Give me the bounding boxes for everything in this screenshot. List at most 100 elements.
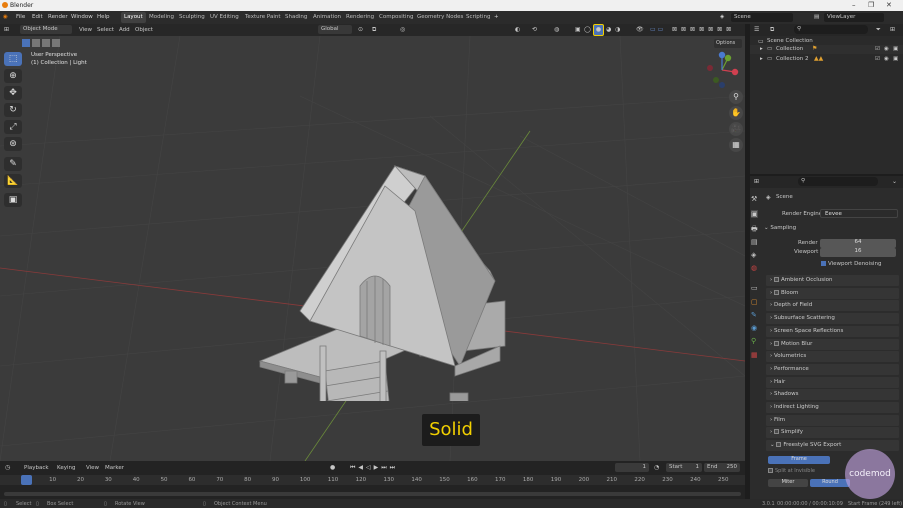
sampling-panel-header[interactable]: ⌄ Sampling (764, 225, 898, 236)
navigation-gizmo[interactable] (702, 50, 742, 90)
filter-icon[interactable]: ⏷ (876, 26, 881, 34)
tab-modeling[interactable]: Modeling (146, 12, 177, 23)
current-frame-field[interactable]: 1 (615, 463, 649, 472)
close-button[interactable]: ✕ (886, 1, 892, 9)
tab-texture-paint[interactable]: Texture Paint (242, 12, 284, 23)
output-tab-icon[interactable]: 🖶 (751, 225, 758, 236)
panel-simplify[interactable]: › Simplify (766, 427, 899, 439)
panel-enable-checkbox[interactable] (773, 277, 779, 282)
tab-geometry-nodes[interactable]: Geometry Nodes (414, 12, 466, 23)
panel-shadows[interactable]: › Shadows (766, 389, 899, 401)
tab-shading[interactable]: Shading (282, 12, 310, 23)
outliner-editor-icon[interactable]: ☰ (754, 26, 759, 33)
tool-tab-icon[interactable]: ⚒ (751, 195, 757, 203)
panel-enable-checkbox[interactable] (776, 442, 782, 448)
menu-window[interactable]: Window (71, 14, 93, 20)
select-mode-new-icon[interactable] (22, 39, 30, 47)
object-tab-icon[interactable]: ▢ (751, 298, 758, 306)
wireframe-shading-icon[interactable]: ◯ (584, 26, 591, 33)
maximize-button[interactable]: ❐ (868, 1, 874, 9)
blender-menu-icon[interactable]: ◉ (3, 14, 8, 20)
panel-freestyle-svg-export[interactable]: ⌄ Freestyle SVG Export (766, 440, 899, 452)
render-camera-icon[interactable]: ▣ (893, 46, 898, 52)
outliner-item-collection[interactable]: Collection (776, 46, 803, 52)
split-invisible-checkbox[interactable]: Split at Invisible (768, 468, 815, 474)
panel-enable-checkbox[interactable] (773, 429, 779, 435)
scene-selector[interactable]: Scene (731, 13, 793, 22)
proportional-edit-icon[interactable]: ◎ (400, 26, 405, 33)
annotate-tool-icon[interactable]: ✎ (4, 157, 22, 171)
menu-render[interactable]: Render (48, 14, 68, 20)
expand-arrow-icon[interactable]: ▸ (760, 46, 763, 52)
tab-animation[interactable]: Animation (310, 12, 344, 23)
options-dropdown[interactable]: Options (714, 39, 742, 48)
gizmo-icon[interactable]: ⟲ (532, 26, 537, 33)
physics-tab-icon[interactable]: ◉ (751, 324, 757, 332)
panel-indirect-lighting[interactable]: › Indirect Lighting (766, 402, 899, 413)
panel-screen-space-reflections[interactable]: › Screen Space Reflections (766, 325, 899, 337)
menu-marker[interactable]: Marker (105, 465, 124, 471)
orthographic-toggle-icon[interactable]: ▦ (729, 138, 743, 152)
solid-shading-icon[interactable]: ● (593, 24, 604, 36)
tab-scripting[interactable]: Scripting (463, 12, 493, 23)
panel-volumetrics[interactable]: › Volumetrics (766, 351, 899, 363)
tab-compositing[interactable]: Compositing (376, 12, 416, 23)
select-mode-subtract-icon[interactable] (42, 39, 50, 47)
properties-editor-icon[interactable]: ⊞ (754, 178, 759, 185)
world-tab-icon[interactable]: ◍ (751, 264, 757, 272)
viewport-denoising-checkbox[interactable]: Viewport Denoising (821, 261, 881, 267)
render-engine-dropdown[interactable]: Eevee (820, 209, 898, 218)
playhead[interactable] (21, 475, 32, 485)
select-mode-extend-icon[interactable] (32, 39, 40, 47)
render-tab-icon[interactable]: ▣ (751, 210, 758, 218)
outliner-item-collection-2[interactable]: Collection 2 (776, 56, 808, 62)
snap-icon[interactable]: ⧉ (372, 26, 376, 34)
menu-keying[interactable]: Keying (57, 465, 75, 471)
start-frame-field[interactable]: Start 1 (666, 463, 702, 472)
pivot-icon[interactable]: ⊙ (358, 26, 363, 33)
hide-eye-icon[interactable]: ◉ (884, 46, 889, 52)
editor-type-icon[interactable]: ⊞ (4, 26, 9, 33)
miter-button[interactable]: Miter (768, 479, 808, 487)
camera-view-icon[interactable]: 🎥 (729, 122, 743, 136)
view-object-types-icon[interactable]: ◐ (515, 26, 520, 33)
minimize-button[interactable]: – (852, 1, 856, 9)
panel-film[interactable]: › Film (766, 414, 899, 426)
pan-hand-icon[interactable]: ✋ (729, 106, 743, 120)
tab-layout[interactable]: Layout (121, 12, 146, 23)
3d-viewport[interactable]: User Perspective (1) Collection | Light … (0, 36, 745, 461)
add-workspace-icon[interactable]: + (494, 14, 499, 20)
exclude-checkbox[interactable]: ☑ (875, 56, 880, 62)
render-camera-icon[interactable]: ▣ (893, 56, 898, 62)
hide-eye-icon[interactable]: ◉ (884, 56, 889, 62)
menu-object[interactable]: Object (135, 27, 153, 33)
scene-tab-icon[interactable]: ◈ (751, 251, 756, 259)
material-shading-icon[interactable]: ◕ (606, 26, 611, 33)
orientation-dropdown[interactable]: Global (318, 25, 352, 34)
display-mode-icon[interactable]: ⧉ (770, 26, 774, 34)
render-samples-field[interactable]: 64 (820, 239, 896, 248)
panel-bloom[interactable]: › Bloom (766, 287, 899, 299)
data-tab-icon[interactable]: ▦ (751, 351, 758, 359)
menu-select[interactable]: Select (97, 27, 114, 33)
menu-playback[interactable]: Playback (24, 465, 49, 471)
panel-enable-checkbox[interactable] (773, 289, 779, 295)
outliner-search-input[interactable]: ⚲ (794, 25, 868, 34)
select-tool-icon[interactable]: ⬚ (4, 52, 22, 66)
list-item[interactable]: ▸ ▭ Collection 2 ▲▲ ☑ ◉ ▣ (750, 55, 903, 64)
zoom-icon[interactable]: ⚲ (729, 90, 743, 104)
transform-tool-icon[interactable]: ⊛ (4, 137, 22, 151)
tab-uv-editing[interactable]: UV Editing (207, 12, 242, 23)
panel-enable-checkbox[interactable] (773, 340, 779, 346)
menu-view[interactable]: View (79, 27, 92, 33)
properties-search-input[interactable]: ⚲ (798, 177, 878, 186)
new-collection-icon[interactable]: ⊞ (890, 26, 895, 33)
exclude-checkbox[interactable]: ☑ (875, 46, 880, 52)
rotate-tool-icon[interactable]: ↻ (4, 103, 22, 117)
tab-rendering[interactable]: Rendering (343, 12, 377, 23)
panel-ambient-occlusion[interactable]: › Ambient Occlusion (766, 275, 899, 286)
view-layer-tab-icon[interactable]: ▤ (751, 238, 758, 246)
visibility-eye-icon[interactable]: 👁 (636, 26, 644, 33)
end-frame-field[interactable]: End 250 (704, 463, 740, 472)
stopwatch-icon[interactable]: ◔ (654, 464, 659, 471)
